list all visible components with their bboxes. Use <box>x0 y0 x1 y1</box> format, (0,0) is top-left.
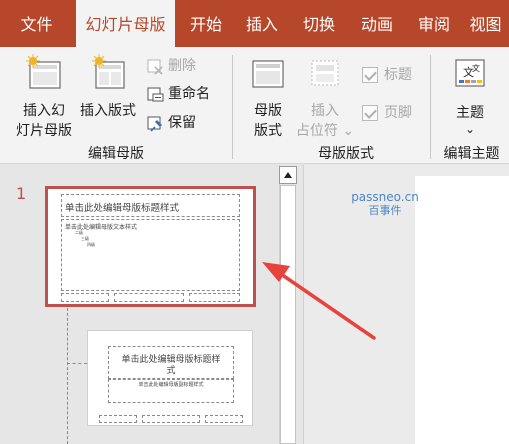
preserve-button[interactable]: 保留 <box>146 112 208 134</box>
themes-icon: 文 文 <box>455 59 485 87</box>
title-checkbox[interactable]: 标题 <box>362 64 422 86</box>
master-level4-text: 四级 <box>87 242 95 247</box>
insert-placeholder-icon <box>311 60 339 86</box>
tab-view[interactable]: 视图 <box>462 0 509 47</box>
master-date-placeholder <box>61 293 109 302</box>
insert-slide-master-label-2: 灯片母版 <box>16 123 72 139</box>
footer-checkbox-label: 页脚 <box>384 105 412 121</box>
themes-button[interactable]: 文 文 主题 ⌄ <box>446 57 494 135</box>
scroll-up-arrow-icon[interactable] <box>279 166 297 184</box>
master-title-text: 单击此处编辑母版标题样式 <box>65 203 180 214</box>
master-layout-icon <box>252 60 284 88</box>
insert-placeholder-label-2: 占位符 ⌄ <box>295 123 355 139</box>
edit-theme-group-label: 编辑主题 <box>443 146 500 162</box>
slide-canvas[interactable] <box>415 176 509 444</box>
master-layout-label-2: 版式 <box>254 123 282 139</box>
delete-icon <box>147 59 163 75</box>
layout-title-text-1: 单击此处编辑母版标题样 <box>121 355 221 365</box>
pin-icon <box>147 116 162 132</box>
footer-checkbox-box[interactable] <box>362 105 378 121</box>
master-footer-placeholder <box>114 293 184 302</box>
master-layout-group-label: 母版版式 <box>318 146 374 162</box>
rename-label: 重命名 <box>168 86 210 102</box>
insert-layout-icon <box>92 54 125 89</box>
layout-number-placeholder <box>205 415 243 423</box>
preserve-label: 保留 <box>168 115 196 131</box>
master-title-placeholder: 单击此处编辑母版标题样式 <box>61 194 240 217</box>
insert-slide-master-button[interactable]: 插入幻 灯片母版 <box>14 53 74 141</box>
slide-number: 1 <box>16 184 27 203</box>
master-slide-thumbnail[interactable]: 单击此处编辑母版标题样式 单击此处编辑母版文本样式 二级 三级 四级 <box>45 186 256 307</box>
chevron-down-icon: ⌄ <box>337 123 355 139</box>
insert-layout-button[interactable]: 插入版式 <box>76 53 140 121</box>
watermark-line-1: passneo.cn <box>351 190 419 204</box>
insert-placeholder-label-1: 插入 <box>311 103 339 119</box>
themes-label: 主题 <box>456 105 484 121</box>
title-layout-thumbnail[interactable]: 单击此处编辑母版标题样 式 单击此处编辑母版副标题样式 <box>87 330 253 426</box>
layout-title-placeholder: 单击此处编辑母版标题样 式 <box>108 346 234 379</box>
master-layout-label-1: 母版 <box>254 103 282 119</box>
tab-review[interactable]: 审阅 <box>406 0 462 47</box>
tab-home[interactable]: 开始 <box>178 0 234 47</box>
watermark: passneo.cn 百事件 <box>350 190 420 218</box>
layout-subtitle-text: 单击此处编辑母版副标题样式 <box>138 382 204 388</box>
footer-checkbox[interactable]: 页脚 <box>362 102 422 124</box>
tab-insert[interactable]: 插入 <box>234 0 290 47</box>
tab-animations[interactable]: 动画 <box>348 0 406 47</box>
watermark-line-2: 百事件 <box>368 204 402 217</box>
delete-button[interactable]: 删除 <box>146 55 208 77</box>
layout-connector-line <box>67 308 68 444</box>
ribbon-tab-bar: 文件 幻灯片母版 开始 插入 切换 动画 审阅 视图 <box>0 0 509 49</box>
group-separator <box>430 55 431 159</box>
insert-slide-master-label-1: 插入幻 <box>23 103 65 119</box>
tab-transitions[interactable]: 切换 <box>290 0 348 47</box>
insert-layout-label: 插入版式 <box>80 103 136 119</box>
delete-label: 删除 <box>168 58 196 74</box>
master-body-placeholder: 单击此处编辑母版文本样式 二级 三级 四级 <box>61 219 240 291</box>
themes-chevron-down-icon: ⌄ <box>464 122 476 136</box>
rename-button[interactable]: 重命名 <box>146 83 220 105</box>
group-separator <box>232 55 233 159</box>
layout-date-placeholder <box>99 415 137 423</box>
svg-text:文: 文 <box>472 63 480 73</box>
layout-footer-placeholder <box>142 415 200 423</box>
rename-icon <box>147 87 164 102</box>
tab-slide-master[interactable]: 幻灯片母版 <box>76 0 175 49</box>
title-checkbox-label: 标题 <box>384 67 412 83</box>
tab-file[interactable]: 文件 <box>0 0 73 47</box>
layout-subtitle-placeholder: 单击此处编辑母版副标题样式 <box>108 379 234 403</box>
title-checkbox-box[interactable] <box>362 67 378 83</box>
layout-title-text-2: 式 <box>166 366 176 376</box>
master-layout-button[interactable]: 母版 版式 <box>244 53 292 141</box>
edit-master-group-label: 编辑母版 <box>88 146 144 162</box>
insert-placeholder-button[interactable]: 插入 占位符 ⌄ <box>294 53 356 141</box>
layout-connector-branch <box>67 363 87 364</box>
insert-slide-master-icon <box>26 54 61 89</box>
ribbon: 插入幻 灯片母版 插入版式 删除 重命名 保留 编辑母版 母版 版式 插入 占位… <box>0 47 509 164</box>
master-number-placeholder <box>189 293 240 302</box>
scrollbar-thumb[interactable] <box>280 185 296 444</box>
